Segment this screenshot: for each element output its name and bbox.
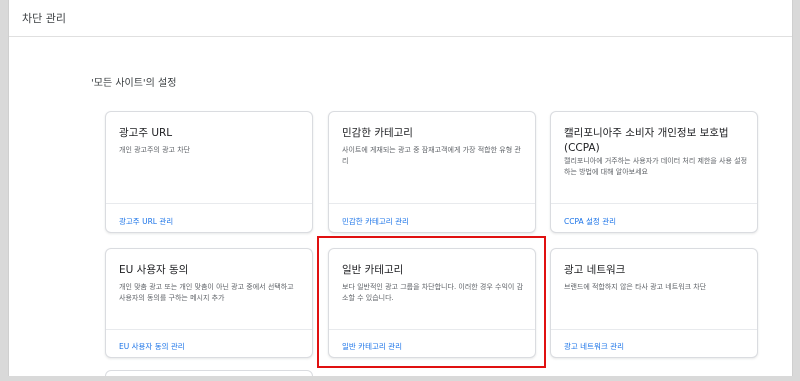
card-description: 개인 맞춤 광고 또는 개인 맞춤이 아닌 광고 중에서 선택하고 사용자의 동… bbox=[119, 283, 294, 302]
card-divider bbox=[551, 329, 757, 330]
card-ad-networks[interactable]: 광고 네트워크 브랜드에 적합하지 않은 타사 광고 네트워크 차단 광고 네트… bbox=[550, 248, 758, 358]
card-description: 보다 일반적인 광고 그룹을 차단합니다. 이러한 경우 수익이 감소할 수 있… bbox=[342, 283, 524, 302]
sensitive-categories-manage-link[interactable]: 민감한 카테고리 관리 bbox=[342, 216, 409, 227]
top-bar: 차단 관리 bbox=[9, 0, 792, 37]
card-title: 일반 카테고리 bbox=[342, 264, 404, 276]
card-description: 캘리포니아에 거주하는 사용자가 데이터 처리 제한을 사용 설정하는 방법에 … bbox=[564, 157, 748, 176]
eu-user-consent-manage-link[interactable]: EU 사용자 동의 관리 bbox=[119, 341, 185, 352]
card-general-categories[interactable]: 일반 카테고리 보다 일반적인 광고 그룹을 차단합니다. 이러한 경우 수익이… bbox=[328, 248, 536, 358]
card-title: 민감한 카테고리 bbox=[342, 127, 413, 139]
card-title: 캘리포니아주 소비자 개인정보 보호법 (CCPA) bbox=[564, 127, 729, 154]
card-description: 사이트에 게재되는 광고 중 잠재고객에게 가장 적합한 유형 관리 bbox=[342, 146, 521, 165]
card-description: 브랜드에 적합하지 않은 타사 광고 네트워크 차단 bbox=[564, 283, 707, 291]
section-title: '모든 사이트'의 설정 bbox=[91, 78, 177, 89]
ad-networks-manage-link[interactable]: 광고 네트워크 관리 bbox=[564, 341, 624, 352]
card-sensitive-categories[interactable]: 민감한 카테고리 사이트에 게재되는 광고 중 잠재고객에게 가장 적합한 유형… bbox=[328, 111, 536, 233]
card-divider bbox=[106, 329, 312, 330]
card-divider bbox=[329, 329, 535, 330]
ccpa-manage-link[interactable]: CCPA 설정 관리 bbox=[564, 216, 616, 227]
general-categories-manage-link[interactable]: 일반 카테고리 관리 bbox=[342, 341, 402, 352]
card-partial[interactable] bbox=[105, 370, 313, 376]
card-divider bbox=[106, 203, 312, 204]
card-title: 광고주 URL bbox=[119, 127, 173, 139]
card-advertiser-url[interactable]: 광고주 URL 개인 광고주의 광고 차단 광고주 URL 관리 bbox=[105, 111, 313, 233]
page-title: 차단 관리 bbox=[22, 12, 66, 25]
card-description: 개인 광고주의 광고 차단 bbox=[119, 146, 191, 154]
advertiser-url-manage-link[interactable]: 광고주 URL 관리 bbox=[119, 216, 173, 227]
card-divider bbox=[551, 203, 757, 204]
card-title: EU 사용자 동의 bbox=[119, 264, 189, 276]
card-ccpa[interactable]: 캘리포니아주 소비자 개인정보 보호법 (CCPA) 캘리포니아에 거주하는 사… bbox=[550, 111, 758, 233]
main-window: 차단 관리 '모든 사이트'의 설정 광고주 URL 개인 광고주의 광고 차단… bbox=[8, 0, 793, 376]
card-title: 광고 네트워크 bbox=[564, 264, 626, 276]
card-eu-user-consent[interactable]: EU 사용자 동의 개인 맞춤 광고 또는 개인 맞춤이 아닌 광고 중에서 선… bbox=[105, 248, 313, 358]
card-divider bbox=[329, 203, 535, 204]
